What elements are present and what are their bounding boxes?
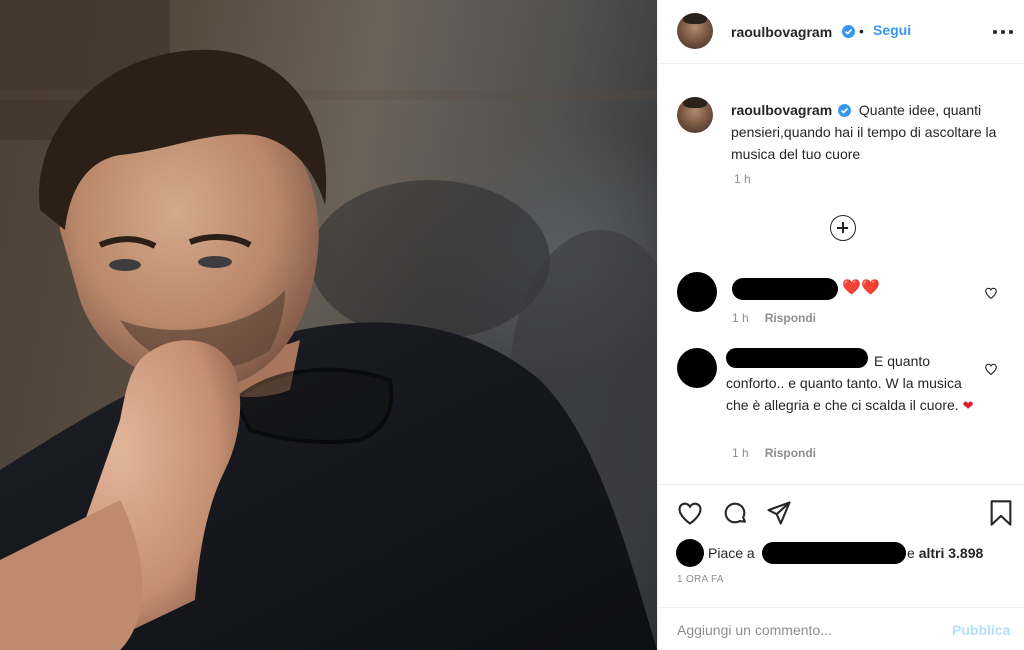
- comment-input[interactable]: [677, 618, 937, 642]
- add-comment-bar: Pubblica: [658, 607, 1024, 650]
- heart-outline-icon[interactable]: [984, 286, 998, 300]
- commenter-avatar[interactable]: [677, 272, 717, 312]
- caption-time[interactable]: 1 h: [734, 172, 751, 186]
- photo-illustration: [0, 0, 657, 650]
- verified-badge-icon: [838, 104, 852, 117]
- liker-avatar[interactable]: [676, 539, 704, 567]
- caption-author-avatar[interactable]: [677, 97, 713, 133]
- likes-summary: Piace a e altri 3.898: [676, 539, 1016, 567]
- heart-emoji: ❤️: [861, 279, 880, 296]
- likes-count[interactable]: altri 3.898: [919, 545, 984, 561]
- likes-connector: e: [907, 545, 915, 561]
- comment-text: E quanto conforto.. e quanto tanto. W la…: [726, 350, 986, 416]
- comment-icon[interactable]: [721, 499, 749, 527]
- redacted-liker[interactable]: [762, 542, 906, 564]
- follow-button[interactable]: Segui: [873, 22, 911, 38]
- author-avatar[interactable]: [677, 13, 713, 49]
- caption: raoulbovagram Quante idee, quanti pensie…: [731, 99, 1011, 165]
- reply-button[interactable]: Rispondi: [765, 311, 816, 325]
- separator-dot: •: [859, 23, 864, 39]
- post-timestamp[interactable]: 1 ORA FA: [677, 574, 724, 585]
- heart-outline-icon[interactable]: [676, 499, 704, 527]
- caption-username[interactable]: raoulbovagram: [731, 102, 832, 118]
- more-options-icon[interactable]: [992, 25, 1014, 39]
- reply-button[interactable]: Rispondi: [765, 446, 816, 460]
- paper-plane-icon[interactable]: [765, 499, 793, 527]
- post-header: raoulbovagram • Segui: [658, 0, 1024, 64]
- bookmark-icon[interactable]: [988, 499, 1014, 527]
- redacted-username: [732, 278, 838, 300]
- likes-suffix[interactable]: e altri 3.898: [907, 545, 983, 561]
- comment-time[interactable]: 1 h: [732, 446, 749, 460]
- post-side-panel: raoulbovagram • Segui raoulbovagram Quan…: [657, 0, 1024, 650]
- likes-prefix: Piace a: [708, 545, 755, 561]
- comments-area: raoulbovagram Quante idee, quanti pensie…: [658, 64, 1024, 494]
- author-username[interactable]: raoulbovagram: [731, 24, 832, 40]
- comment-body: E quanto conforto.. e quanto tanto. W la…: [726, 353, 962, 413]
- post-actions: Piace a e altri 3.898 1 ORA FA Pubblica: [658, 484, 1024, 650]
- commenter-avatar[interactable]: [677, 348, 717, 388]
- comment-meta: 1 h Rispondi: [732, 311, 816, 325]
- comment-time[interactable]: 1 h: [732, 311, 749, 325]
- heart-outline-icon[interactable]: [984, 362, 998, 376]
- plus-circle-icon[interactable]: [830, 215, 856, 241]
- post-photo[interactable]: [0, 0, 657, 650]
- heart-emoji: ❤: [962, 398, 974, 413]
- heart-emoji: ❤️: [842, 279, 861, 296]
- verified-badge-icon: [842, 25, 855, 38]
- publish-button[interactable]: Pubblica: [952, 622, 1010, 638]
- comment-meta: 1 h Rispondi: [732, 446, 816, 460]
